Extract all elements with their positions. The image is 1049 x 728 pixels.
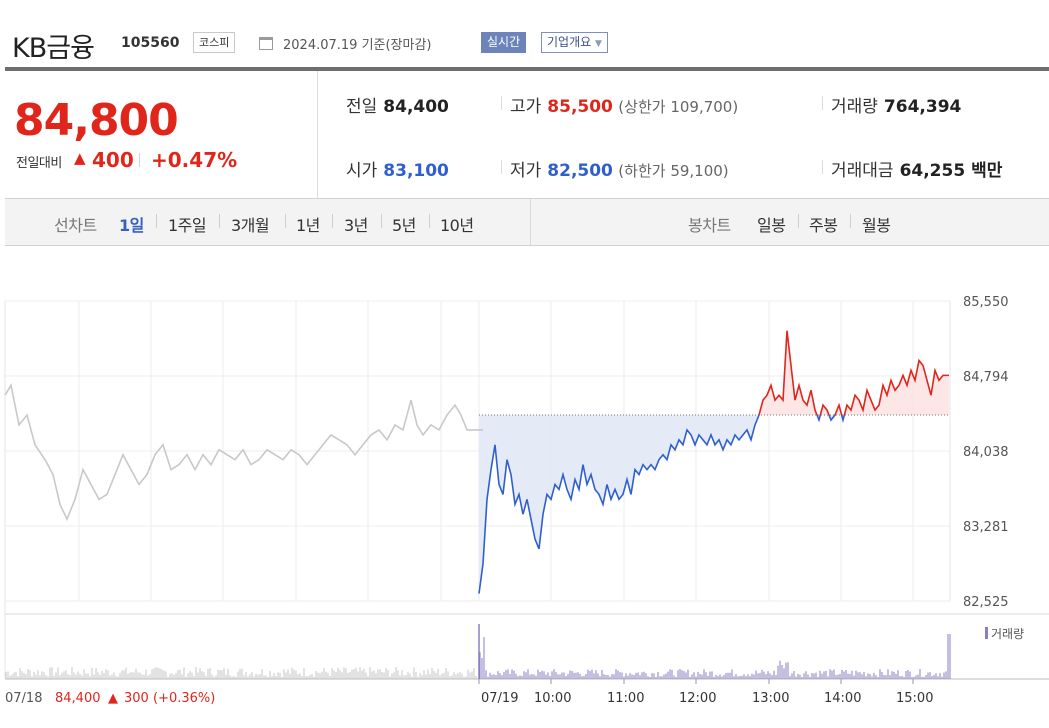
high-label: 고가 (510, 97, 542, 117)
prev-date-label: 07/18 (5, 691, 42, 706)
upper-limit: (상한가 109,700) (618, 98, 739, 116)
line-chart-label: 선차트 (54, 216, 97, 235)
high-field: 고가 85,500 (상한가 109,700) (510, 92, 738, 117)
x-tick-label: 12:00 (679, 691, 716, 706)
low-field: 저가 82,500 (하한가 59,100) (510, 156, 729, 181)
change-value: 400 (92, 148, 134, 172)
divider (285, 214, 286, 228)
tab-10years[interactable]: 10년 (440, 212, 474, 236)
stock-name: KB금융 (12, 33, 95, 64)
current-price-box: 84,800 전일대비 ▲ 400 +0.47% (5, 71, 318, 198)
tab-3months[interactable]: 3개월 (231, 212, 270, 236)
tab-1week[interactable]: 1주일 (168, 212, 207, 236)
divider (501, 96, 502, 110)
volume-value: 764,394 (883, 97, 962, 117)
up-arrow-icon: ▲ (74, 149, 86, 167)
x-tick-label: 10:00 (534, 691, 571, 706)
tab-daily-candle[interactable]: 일봉 (757, 212, 786, 236)
tab-1day[interactable]: 1일 (119, 212, 144, 236)
caret-down-icon: ▼ (595, 39, 602, 49)
market-badge: 코스피 (193, 32, 236, 53)
low-value: 82,500 (547, 161, 613, 181)
chart-tabs: 선차트 1일 1주일 3개월 1년 3년 5년 10년 봉차트 일봉 주봉 월봉 (5, 199, 1049, 246)
divider (501, 160, 502, 174)
prev-day-line (4, 383, 483, 522)
lower-limit: (하한가 59,100) (618, 162, 729, 180)
volume-label: 거래량 (831, 97, 878, 117)
company-info-label: 기업개요 (547, 35, 592, 49)
calendar-icon (259, 37, 273, 50)
company-info-dropdown[interactable]: 기업개요 ▼ (541, 32, 608, 53)
divider (798, 214, 799, 228)
y-tick-label: 84,038 (963, 445, 1009, 460)
low-label: 저가 (510, 161, 542, 181)
divider (429, 214, 430, 228)
prev-summary-change: 300 (124, 691, 149, 706)
stock-header: KB금융 105560 코스피 2024.07.19 기준(장마감) 실시간 기… (0, 0, 1049, 68)
amount-value: 64,255 백만 (899, 161, 1003, 181)
y-tick-label: 83,281 (963, 520, 1009, 535)
tab-3years[interactable]: 3년 (344, 212, 368, 236)
tab-1year[interactable]: 1년 (296, 212, 320, 236)
divider (139, 153, 140, 167)
y-axis-ticks: 85,550 84,794 84,038 83,281 82,525 (963, 295, 1009, 610)
prev-summary-percent: (+0.36%) (153, 691, 215, 706)
candle-chart-label: 봉차트 (688, 216, 731, 235)
volume-chart (5, 624, 951, 679)
price-chart[interactable]: 85,550 84,794 84,038 83,281 82,525 07/19 10:0… (0, 246, 1049, 728)
realtime-button[interactable]: 실시간 (481, 32, 527, 53)
divider (332, 214, 333, 228)
x-axis-ticks: 07/19 10:00 11:00 12:00 13:00 14:00 15:00 (478, 679, 933, 706)
x-tick-label: 13:00 (752, 691, 789, 706)
prev-summary-price: 84,400 (55, 691, 101, 706)
divider (822, 160, 823, 174)
open-label: 시가 (346, 161, 378, 181)
current-price: 84,800 (14, 95, 179, 146)
prev-close-field: 전일 84,400 (346, 92, 449, 117)
divider (156, 214, 157, 228)
prev-close-value: 84,400 (383, 97, 449, 117)
divider (219, 214, 220, 228)
chart-lines (4, 330, 950, 594)
quote-panel: 84,800 전일대비 ▲ 400 +0.47% 전일 84,400 고가 85,5… (5, 71, 1049, 199)
tab-monthly-candle[interactable]: 월봉 (862, 212, 891, 236)
y-tick-label: 82,525 (963, 595, 1009, 610)
change-percent: +0.47% (151, 148, 238, 172)
volume-field: 거래량 764,394 (831, 92, 961, 117)
change-label: 전일대비 (16, 156, 62, 171)
date-label: 2024.07.19 기준(장마감) (283, 38, 432, 53)
x-tick-label: 14:00 (824, 691, 861, 706)
amount-field: 거래대금 64,255 백만 (831, 156, 1002, 181)
x-tick-label: 11:00 (607, 691, 644, 706)
x-tick-label: 15:00 (896, 691, 933, 706)
stock-code: 105560 (121, 35, 180, 51)
divider (822, 96, 823, 110)
open-field: 시가 83,100 (346, 156, 449, 181)
volume-legend: 거래량 (985, 627, 1024, 641)
tab-5years[interactable]: 5년 (392, 212, 416, 236)
prev-close-label: 전일 (346, 97, 378, 117)
volume-legend-swatch (985, 627, 988, 639)
high-value: 85,500 (547, 97, 613, 117)
down-area (479, 415, 949, 594)
up-arrow-icon: ▲ (108, 691, 118, 706)
y-tick-label: 85,550 (963, 295, 1009, 310)
tab-weekly-candle[interactable]: 주봉 (809, 212, 838, 236)
amount-label: 거래대금 (831, 161, 894, 181)
bottom-summary: 07/18 84,400 ▲ 300 (+0.36%) (5, 691, 215, 706)
divider (381, 214, 382, 228)
divider (850, 214, 851, 228)
volume-legend-label: 거래량 (991, 627, 1024, 641)
chart-fills (479, 330, 949, 594)
open-value: 83,100 (383, 161, 449, 181)
y-tick-label: 84,794 (963, 370, 1009, 385)
x-tick-label: 07/19 (481, 691, 518, 706)
divider (530, 199, 531, 246)
